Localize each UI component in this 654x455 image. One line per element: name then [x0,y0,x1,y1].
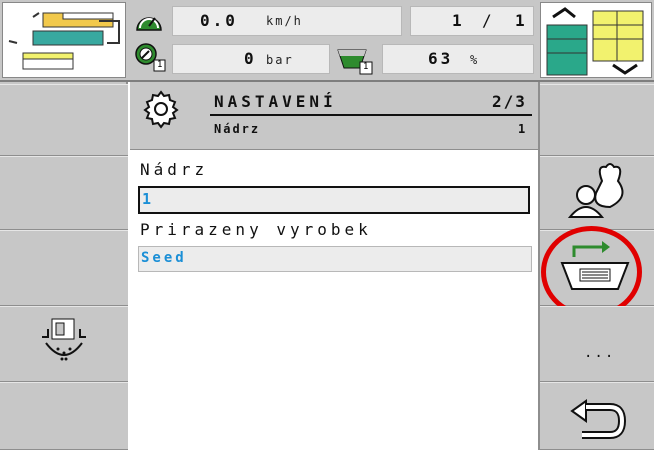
pressure-unit: bar [266,53,294,67]
title-underline [210,114,532,116]
tank-label: Nádrz [140,160,209,179]
tank-level-field [382,44,534,74]
section-left-value: 1 [452,11,465,30]
page-indicator: 2/3 [492,92,527,111]
speedometer-icon [134,8,164,34]
section-right-value: 1 [515,11,528,30]
machine-layout-button[interactable] [2,2,126,78]
gear-icon [140,88,182,130]
left-softkey-5[interactable] [0,382,128,450]
pressure-icon: 1 [134,42,168,72]
speed-unit: km/h [266,14,303,28]
tank-percent-unit: % [470,53,478,67]
operator-product-icon [567,163,624,218]
left-softkey-seeding[interactable] [0,306,128,382]
product-input-value: Seed [141,250,187,266]
header-sub-index: 1 [518,122,526,136]
header-subtitle: Nádrz [214,122,261,136]
page-title: NASTAVENÍ [214,92,337,111]
product-label: Prirazeny vyrobek [140,220,372,239]
layout-switch-button[interactable] [540,2,652,78]
tank-index: 1 [363,62,369,72]
left-softkey-2[interactable] [0,156,128,230]
right-softkey-user-product[interactable] [540,156,654,230]
machine-layout-icon [8,12,120,70]
seed-dispense-icon [42,318,86,361]
tank-level-icon: 1 [336,46,376,76]
layout-switch-icon [546,7,644,76]
highlight-circle [541,226,642,318]
product-input[interactable]: Seed [138,246,532,272]
tank-percent-value: 63 [428,49,454,68]
pressure-index: 1 [157,60,163,70]
right-softkey-back[interactable] [540,382,654,450]
speed-value: 0.0 [200,11,238,30]
pressure-value: 0 [244,49,257,68]
right-softkey-more[interactable]: ... [540,306,654,382]
tank-input[interactable]: 1 [138,186,530,214]
right-softkey-1[interactable] [540,84,654,156]
back-arrow-icon [570,399,627,439]
section-separator: / [482,11,495,30]
more-label: ... [584,345,616,361]
left-softkey-1[interactable] [0,84,128,156]
tank-input-value: 1 [142,190,152,208]
left-softkey-3[interactable] [0,230,128,306]
